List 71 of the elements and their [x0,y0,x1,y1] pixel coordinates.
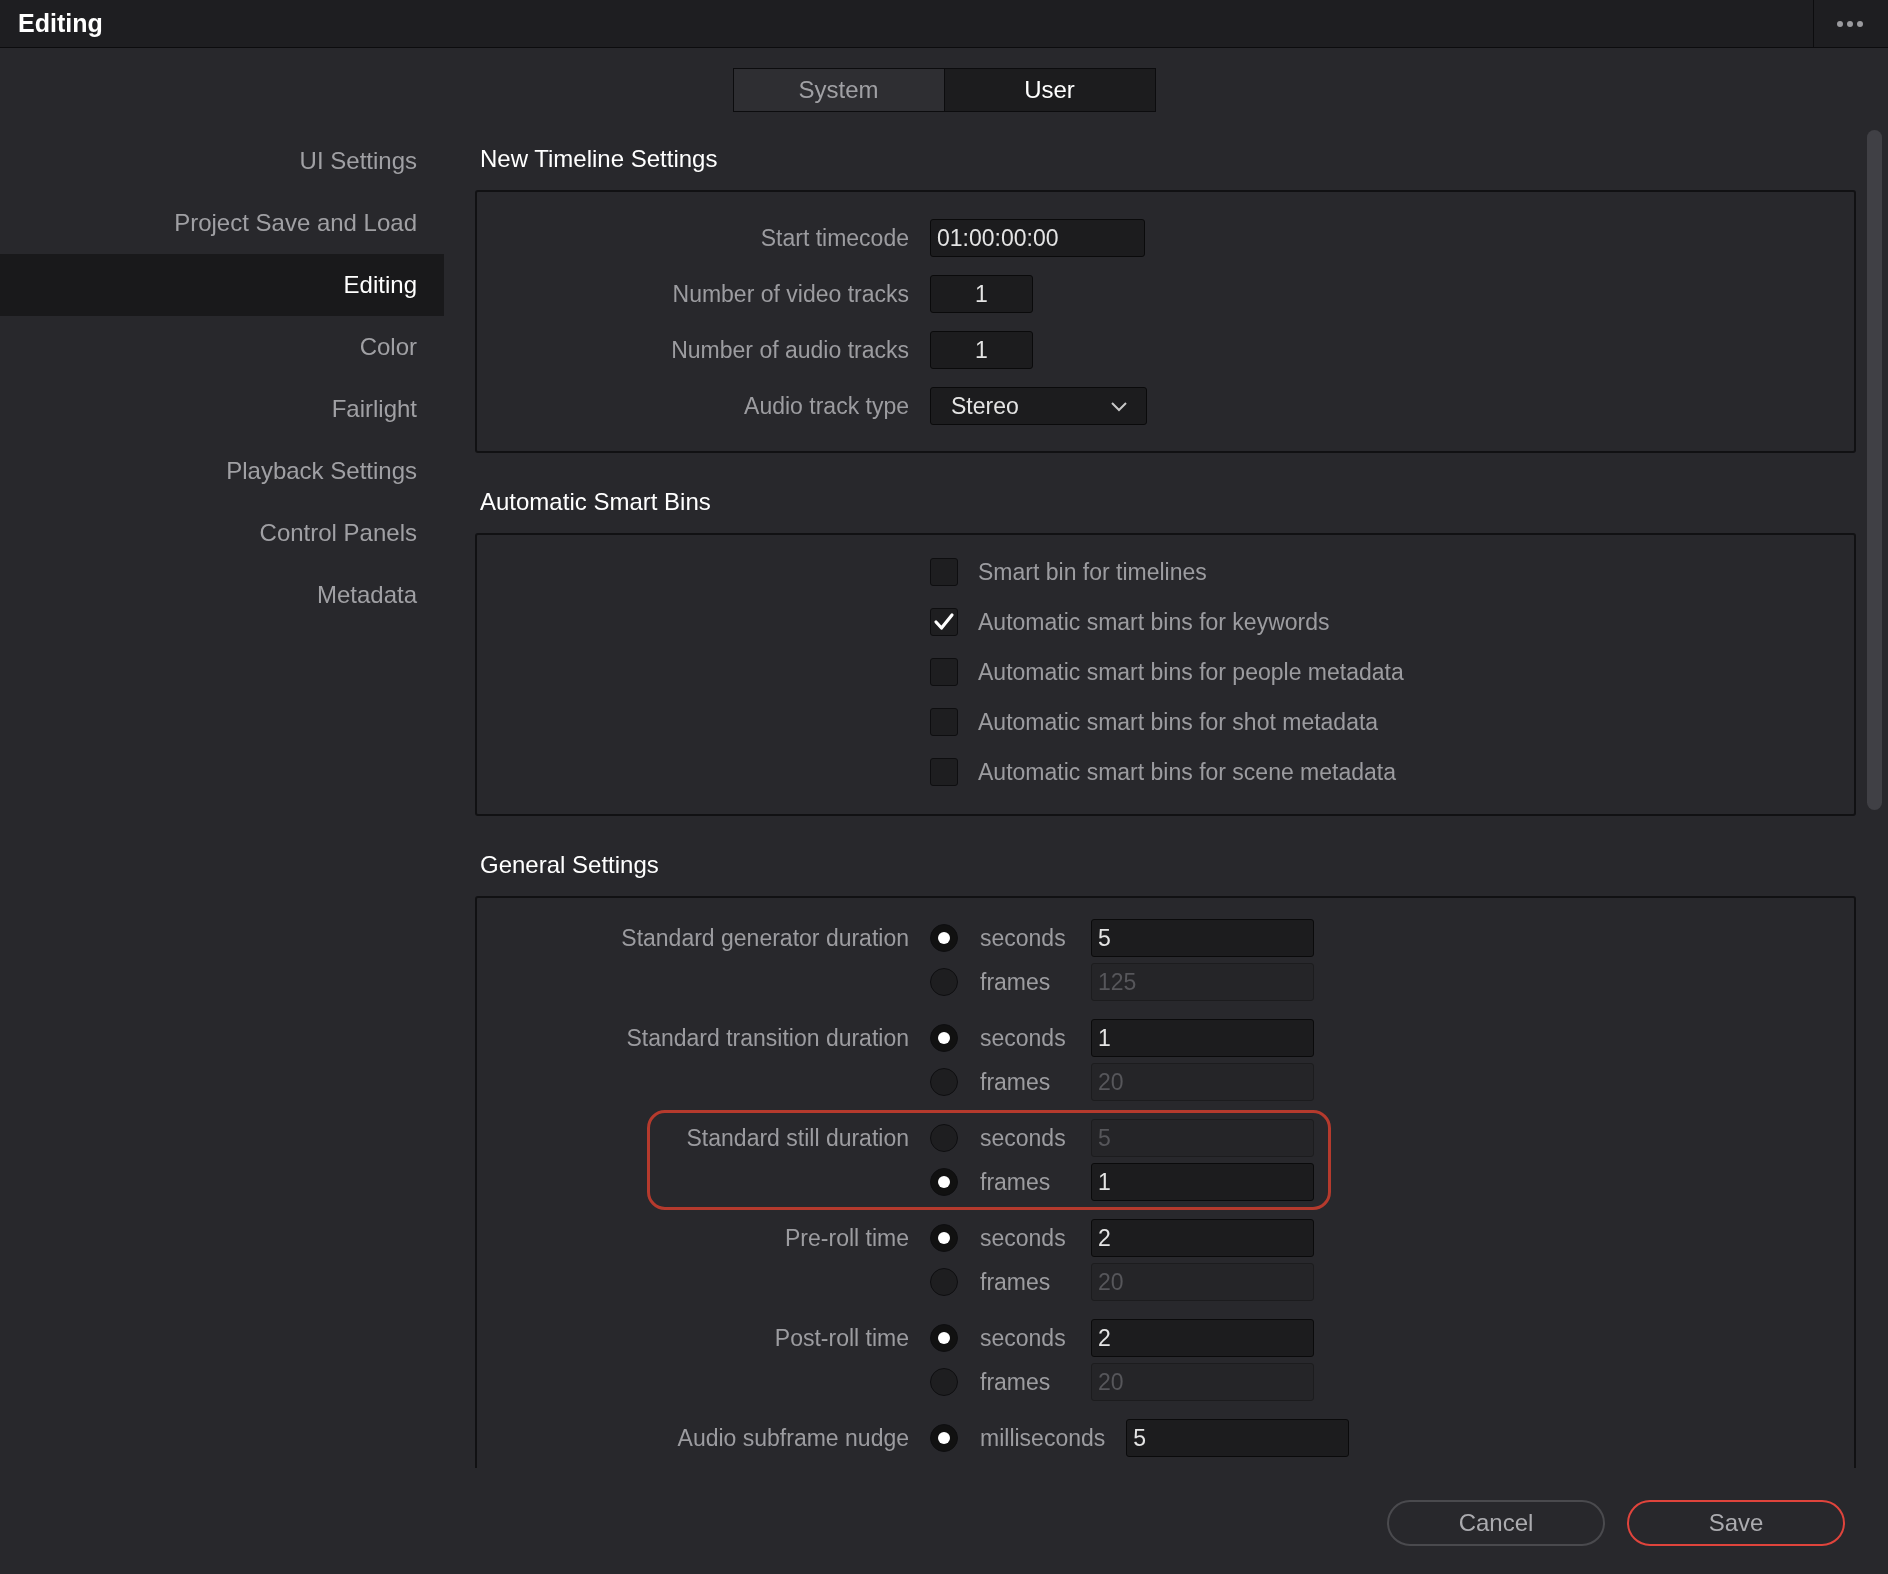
section-heading: New Timeline Settings [479,144,719,174]
cancel-button[interactable]: Cancel [1387,1500,1605,1546]
radio-button[interactable] [930,1424,958,1452]
section-heading: General Settings [479,850,660,880]
checkbox-label: Automatic smart bins for shot metadata [978,708,1379,736]
setting-label: Audio subframe nudge [677,1424,909,1453]
radio-button[interactable] [930,924,958,952]
unit-label: seconds [980,1024,1067,1052]
setting-label: Standard generator duration [621,924,909,953]
input-field[interactable]: 1 [930,275,1033,313]
checkbox[interactable] [930,608,958,636]
unit-label: frames [980,1068,1052,1096]
radio-button[interactable] [930,1124,958,1152]
unit-label: frames [980,1168,1052,1196]
checkbox-label: Automatic smart bins for people metadata [978,658,1404,686]
unit-label: frames [980,1368,1052,1396]
sidebar-item[interactable]: Metadata [0,564,444,626]
input-field[interactable]: 5 [1091,919,1314,957]
input-field[interactable]: 1 [930,331,1033,369]
setting-label: Pre-roll time [785,1224,909,1253]
scrollbar[interactable] [1867,130,1882,810]
unit-label: seconds [980,1224,1067,1252]
radio-button[interactable] [930,1268,958,1296]
sidebar-item[interactable]: Editing [0,254,444,316]
setting-label: Post-roll time [774,1324,909,1353]
unit-label: seconds [980,1124,1067,1152]
sidebar-item[interactable]: Color [0,316,444,378]
section-heading: Automatic Smart Bins [479,487,712,517]
radio-button[interactable] [930,1168,958,1196]
sidebar-item[interactable]: Playback Settings [0,440,444,502]
field-label: Start timecode [759,224,910,252]
checkbox-label: Smart bin for timelines [978,558,1207,586]
more-icon[interactable] [1836,19,1864,28]
radio-button[interactable] [930,1368,958,1396]
unit-label: seconds [980,1324,1067,1352]
dropdown[interactable]: Stereo [930,387,1147,425]
setting-label: Standard still duration [686,1124,909,1153]
field-label: Audio track type [743,392,910,420]
checkbox-label: Automatic smart bins for keywords [978,608,1330,636]
setting-label: Standard transition duration [626,1024,909,1053]
input-field[interactable]: 01:00:00:00 [930,219,1145,257]
checkbox[interactable] [930,708,958,736]
unit-label: seconds [980,924,1067,952]
tab[interactable]: User [943,69,1155,111]
checkbox[interactable] [930,658,958,686]
radio-button[interactable] [930,968,958,996]
radio-button[interactable] [930,1324,958,1352]
radio-button[interactable] [930,1068,958,1096]
input-field[interactable]: 1 [1091,1163,1314,1201]
radio-button[interactable] [930,1024,958,1052]
unit-label: frames [980,968,1052,996]
unit-label: frames [980,1268,1052,1296]
checkbox[interactable] [930,758,958,786]
tab[interactable]: System [733,69,944,111]
input-field[interactable]: 2 [1091,1319,1314,1357]
unit-label: milliseconds [980,1424,1106,1452]
sidebar-item[interactable]: Control Panels [0,502,444,564]
field-label: Number of audio tracks [670,336,910,364]
checkbox[interactable] [930,558,958,586]
sidebar-item[interactable]: UI Settings [0,130,444,192]
window-title: Editing [17,9,104,38]
input-field[interactable]: 1 [1091,1019,1314,1057]
chevron-down-icon [1110,400,1128,412]
field-label: Number of video tracks [671,280,910,308]
sidebar-item[interactable]: Fairlight [0,378,444,440]
input-field[interactable]: 5 [1126,1419,1350,1457]
checkbox-label: Automatic smart bins for scene metadata [978,758,1397,786]
input-field[interactable]: 2 [1091,1219,1314,1257]
save-button[interactable]: Save [1627,1500,1845,1546]
radio-button[interactable] [930,1224,958,1252]
sidebar-item[interactable]: Project Save and Load [0,192,444,254]
